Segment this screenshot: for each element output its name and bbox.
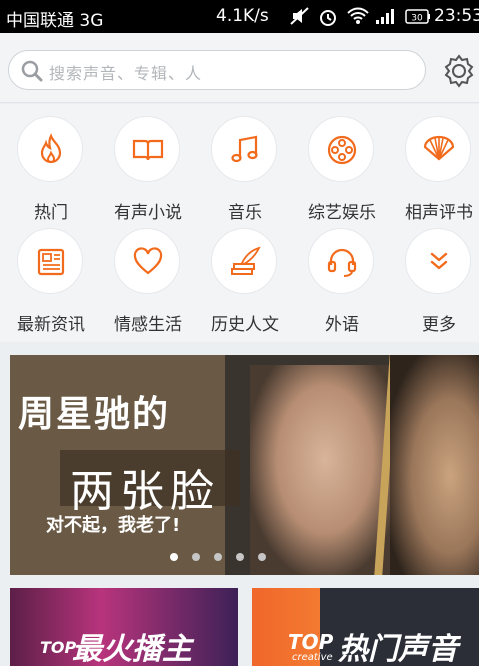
battery-icon: 30 [405, 9, 431, 29]
books-quill-icon [231, 246, 261, 275]
fan-icon [423, 135, 455, 161]
search-icon [21, 60, 43, 86]
card-subtag: creative [292, 652, 333, 663]
carousel-dot[interactable] [214, 553, 222, 561]
card-hot-sounds[interactable]: TOP creative 热门声音 [252, 588, 479, 666]
chevron-down-double-icon [430, 252, 448, 270]
carousel-dot[interactable] [170, 553, 178, 561]
top-badge: TOP [288, 630, 334, 654]
carousel-indicator[interactable] [170, 553, 266, 561]
gear-icon [444, 54, 474, 88]
heart-icon [133, 247, 163, 275]
settings-button[interactable] [441, 53, 477, 89]
category-more[interactable]: 更多 [391, 216, 479, 335]
banner-title: 周星驰的 [18, 393, 171, 435]
alarm-icon [318, 7, 338, 32]
card-title: 最火播主 [72, 632, 192, 666]
clock: 23:53 [434, 6, 479, 26]
banner-subtitle: 两张脸 [70, 466, 220, 517]
card-top-hosts[interactable]: TOP 最火播主 [10, 588, 238, 666]
mute-icon [290, 7, 310, 30]
search-input[interactable]: 搜索声音、专辑、人 [8, 50, 426, 90]
category-grid: 热门 有声小说 音乐 综艺娱乐 相声评书 最新资讯 情感生活 历史人文 外语 更… [0, 104, 479, 342]
category-entertainment[interactable]: 综艺娱乐 [294, 104, 390, 223]
signal-icon [375, 7, 397, 30]
category-audiobook[interactable]: 有声小说 [100, 104, 196, 223]
flame-icon [40, 133, 62, 164]
svg-text:30: 30 [411, 14, 423, 24]
top-badge: TOP [40, 638, 77, 657]
category-crosstalk[interactable]: 相声评书 [391, 104, 479, 223]
carrier-label: 中国联通 3G [6, 11, 104, 31]
network-speed: 4.1K/s [216, 6, 269, 26]
promo-banner[interactable]: 周星驰的 两张脸 对不起，我老了! [10, 355, 479, 575]
search-placeholder: 搜索声音、专辑、人 [49, 64, 203, 83]
banner-image-right [390, 355, 479, 575]
carousel-dot[interactable] [192, 553, 200, 561]
carousel-dot[interactable] [236, 553, 244, 561]
category-emotion[interactable]: 情感生活 [100, 216, 196, 335]
category-hot[interactable]: 热门 [3, 104, 99, 223]
banner-caption: 对不起，我老了! [46, 515, 181, 536]
category-news[interactable]: 最新资讯 [3, 216, 99, 335]
status-bar: 中国联通 3G 4.1K/s 30 23:53 [0, 0, 479, 33]
book-icon [132, 139, 164, 161]
category-language[interactable]: 外语 [294, 216, 390, 335]
headset-icon [327, 248, 357, 277]
category-label: 更多 [422, 315, 456, 335]
carousel-dot[interactable] [258, 553, 266, 561]
newspaper-icon [37, 248, 65, 276]
card-title: 热门声音 [338, 632, 458, 666]
category-history[interactable]: 历史人文 [197, 216, 293, 335]
film-reel-icon [327, 135, 357, 165]
category-music[interactable]: 音乐 [197, 104, 293, 223]
wifi-icon [347, 7, 369, 30]
music-note-icon [231, 135, 258, 163]
search-header: 搜索声音、专辑、人 [0, 33, 479, 103]
